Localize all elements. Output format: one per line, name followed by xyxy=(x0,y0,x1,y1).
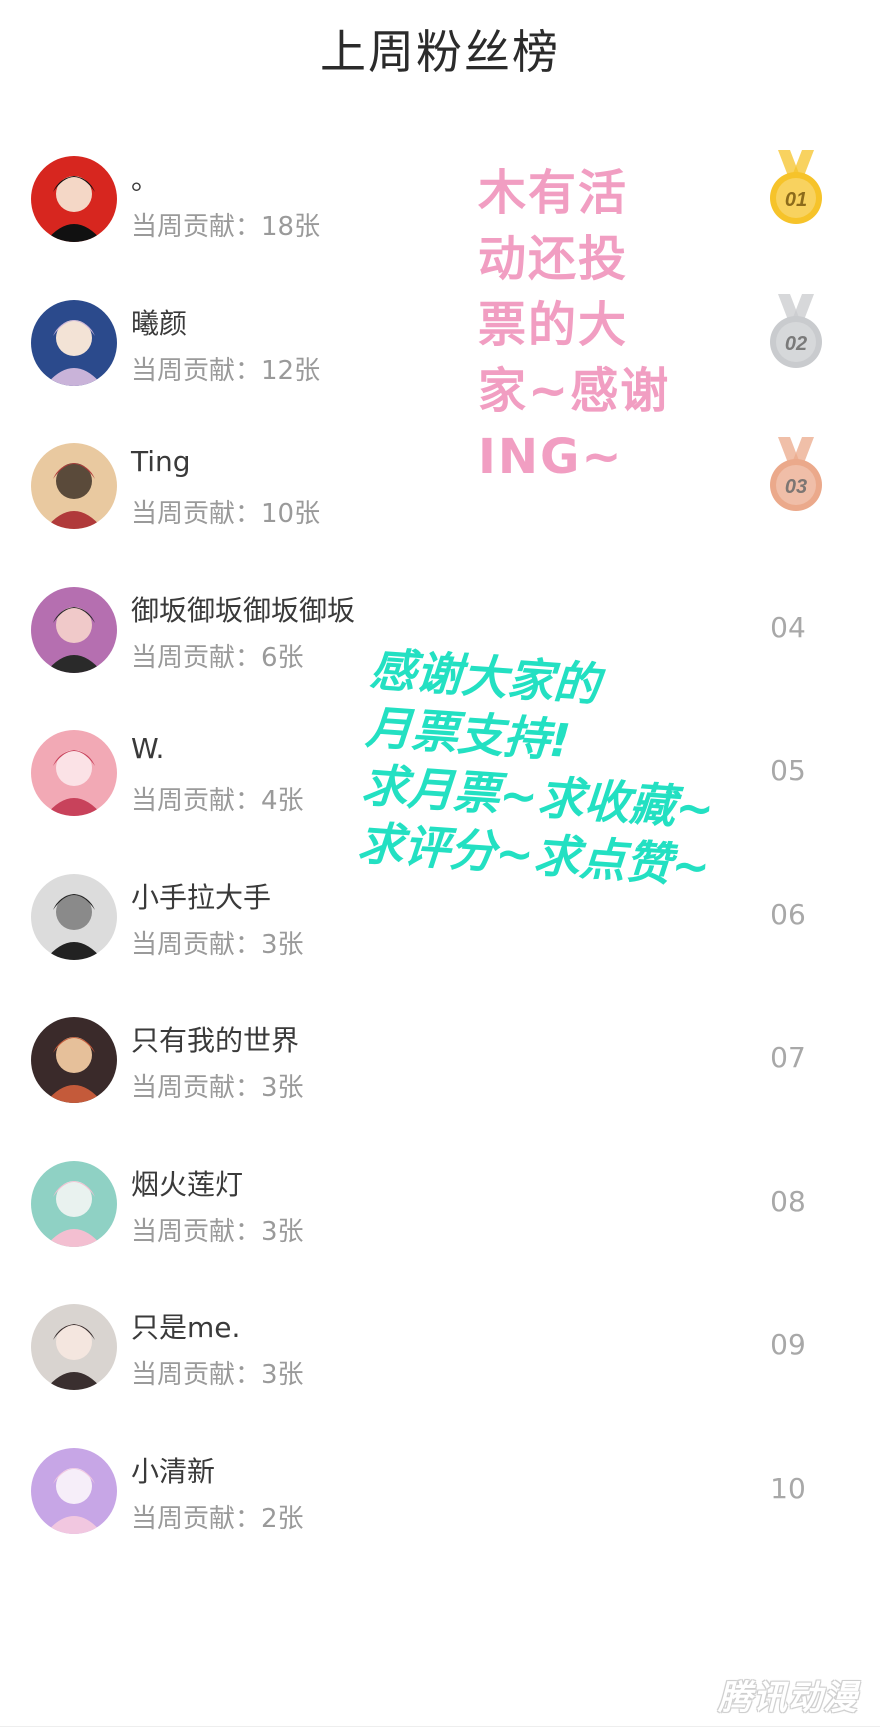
avatar[interactable] xyxy=(31,443,117,529)
pink-overlay-text: 木有活 动还投 票的大 家~感谢 ING~ xyxy=(478,160,670,490)
bottom-divider xyxy=(0,1726,880,1727)
fan-row[interactable]: 烟火莲灯当周贡献：3张 08 xyxy=(0,1147,880,1305)
fan-name: 。 xyxy=(131,163,160,196)
fan-name: 烟火莲灯 xyxy=(131,1167,244,1201)
bronze-medal-icon: 03 xyxy=(764,435,828,517)
contribution-count: 当周贡献：10张 xyxy=(131,499,321,529)
avatar[interactable] xyxy=(31,1017,117,1103)
contribution-count: 当周贡献：3张 xyxy=(131,1073,304,1103)
fan-name: 只有我的世界 xyxy=(131,1024,300,1057)
pink-overlay-line: ING~ xyxy=(478,429,624,485)
avatar[interactable] xyxy=(31,1447,117,1534)
rank-number: 09 xyxy=(770,1328,806,1361)
fan-row[interactable]: 小手拉大手当周贡献：3张 06 xyxy=(0,860,880,1018)
rank-number: 08 xyxy=(770,1184,806,1218)
avatar[interactable] xyxy=(31,299,117,386)
rank-number: 05 xyxy=(770,754,806,787)
fan-row[interactable]: 曦颜当周贡献：12张 02 xyxy=(0,286,880,444)
contribution-count: 当周贡献：4张 xyxy=(131,786,304,816)
rank-number: 10 xyxy=(770,1471,806,1505)
pink-overlay-line: 动还投 xyxy=(478,231,629,287)
fan-row[interactable]: 只有我的世界 当周贡献：3张 07 xyxy=(0,1003,880,1161)
gold-medal-icon: 01 xyxy=(764,148,828,230)
rank-number: 06 xyxy=(770,897,806,931)
contribution-count: 当周贡献：18张 xyxy=(131,212,321,242)
fan-name: 只是me. xyxy=(131,1311,241,1344)
pink-overlay-line: 票的大 xyxy=(478,297,629,353)
contribution-count: 当周贡献：3张 xyxy=(131,929,304,960)
fan-name: Ting xyxy=(131,445,191,478)
avatar[interactable] xyxy=(31,1160,117,1247)
fan-row[interactable]: 小清新当周贡献：2张 10 xyxy=(0,1434,880,1592)
svg-text:02: 02 xyxy=(785,333,807,355)
contribution-count: 当周贡献：3张 xyxy=(131,1216,304,1247)
svg-text:01: 01 xyxy=(785,189,807,211)
pink-overlay-line: 木有活 xyxy=(478,165,629,221)
svg-text:03: 03 xyxy=(785,476,807,498)
contribution-count: 当周贡献：6张 xyxy=(131,642,304,673)
contribution-count: 当周贡献：2张 xyxy=(131,1503,304,1534)
fan-row[interactable]: Ting 当周贡献：10张 03 xyxy=(0,429,880,587)
silver-medal-icon: 02 xyxy=(764,292,828,374)
avatar[interactable] xyxy=(31,1304,117,1390)
rank-number: 07 xyxy=(770,1041,806,1074)
rank-number: 04 xyxy=(770,610,806,644)
fan-name: 小清新 xyxy=(131,1454,216,1488)
pink-overlay-line: 家~感谢 xyxy=(478,363,671,419)
page-title: 上周粉丝榜 xyxy=(320,25,560,79)
watermark-logo: 腾讯动漫 xyxy=(718,1678,858,1718)
avatar[interactable] xyxy=(31,586,117,673)
fan-row[interactable]: 。当周贡献：18张 01 xyxy=(0,142,880,300)
fan-row[interactable]: 只是me. 当周贡献：3张 09 xyxy=(0,1290,880,1448)
contribution-count: 当周贡献：12张 xyxy=(131,355,321,386)
contribution-count: 当周贡献：3张 xyxy=(131,1360,304,1390)
fan-name: 御坂御坂御坂御坂 xyxy=(131,593,356,627)
cyan-overlay-text: 感谢大家的 月票支持! 求月票~求收藏~ 求评分~求点赞~ xyxy=(356,640,724,896)
avatar[interactable] xyxy=(31,730,117,816)
fan-name: 曦颜 xyxy=(131,306,188,340)
avatar[interactable] xyxy=(31,873,117,960)
fan-name: 小手拉大手 xyxy=(131,880,272,914)
avatar[interactable] xyxy=(31,156,117,242)
fan-name: W. xyxy=(131,732,165,765)
